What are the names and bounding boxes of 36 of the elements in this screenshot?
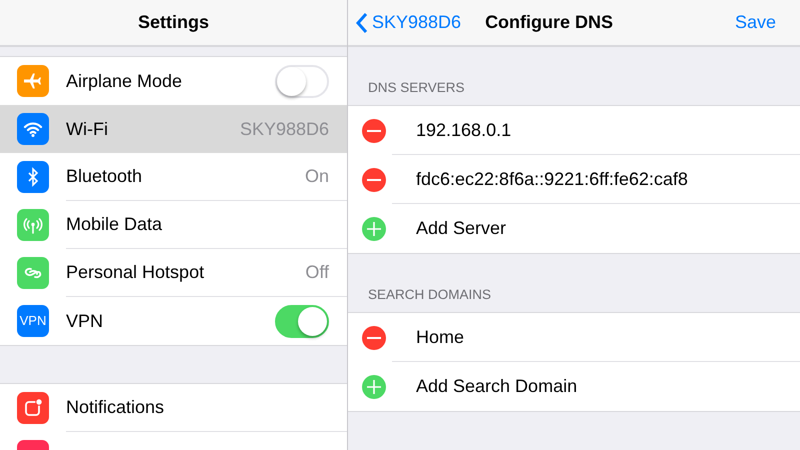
row-value: SKY988D6 bbox=[240, 118, 329, 140]
row-label: Personal Hotspot bbox=[66, 261, 204, 284]
row-label: Notifications bbox=[66, 396, 164, 419]
back-button[interactable]: SKY988D6 bbox=[356, 9, 462, 36]
airplane-icon bbox=[17, 65, 49, 97]
settings-row[interactable]: Wi-Fi SKY988D6 bbox=[0, 105, 347, 153]
notification-icon bbox=[17, 392, 49, 424]
header-title: Settings bbox=[138, 11, 209, 34]
save-button[interactable]: Save bbox=[734, 9, 776, 36]
dns-entry: fdc6:ec22:8f6a::9221:6ff:fe62:caf8 bbox=[415, 168, 688, 190]
vpn-icon: VPN bbox=[17, 305, 49, 337]
row-label: Bluetooth bbox=[66, 165, 142, 188]
section-header: DNS SERVERS bbox=[367, 78, 466, 97]
toggle-switch[interactable] bbox=[275, 304, 329, 338]
add-icon[interactable] bbox=[362, 374, 386, 398]
chevron-left-icon bbox=[356, 12, 368, 34]
header-title: Configure DNS bbox=[485, 11, 614, 34]
row-label: Wi-Fi bbox=[66, 118, 108, 140]
add-icon[interactable] bbox=[362, 216, 386, 240]
row-label: VPN bbox=[66, 310, 104, 332]
remove-icon[interactable] bbox=[362, 326, 386, 350]
chain-link-icon bbox=[17, 257, 49, 289]
antenna-icon bbox=[17, 209, 49, 241]
dns-entry[interactable]: Add Server bbox=[392, 215, 506, 242]
remove-icon[interactable] bbox=[362, 168, 386, 192]
wifi-icon bbox=[17, 113, 49, 145]
remove-icon[interactable] bbox=[362, 118, 386, 142]
row-value: Off bbox=[305, 261, 329, 284]
bluetooth-icon bbox=[17, 161, 49, 193]
row-label: Airplane Mode bbox=[66, 70, 182, 93]
dns-entry: Home bbox=[415, 326, 464, 348]
row-value: On bbox=[304, 165, 329, 188]
dns-entry: 192.168.0.1 bbox=[415, 118, 512, 142]
dns-entry[interactable]: Add Search Domain bbox=[392, 373, 578, 400]
section-header: SEARCH DOMAINS bbox=[367, 286, 492, 304]
row-label: Mobile Data bbox=[66, 213, 162, 236]
